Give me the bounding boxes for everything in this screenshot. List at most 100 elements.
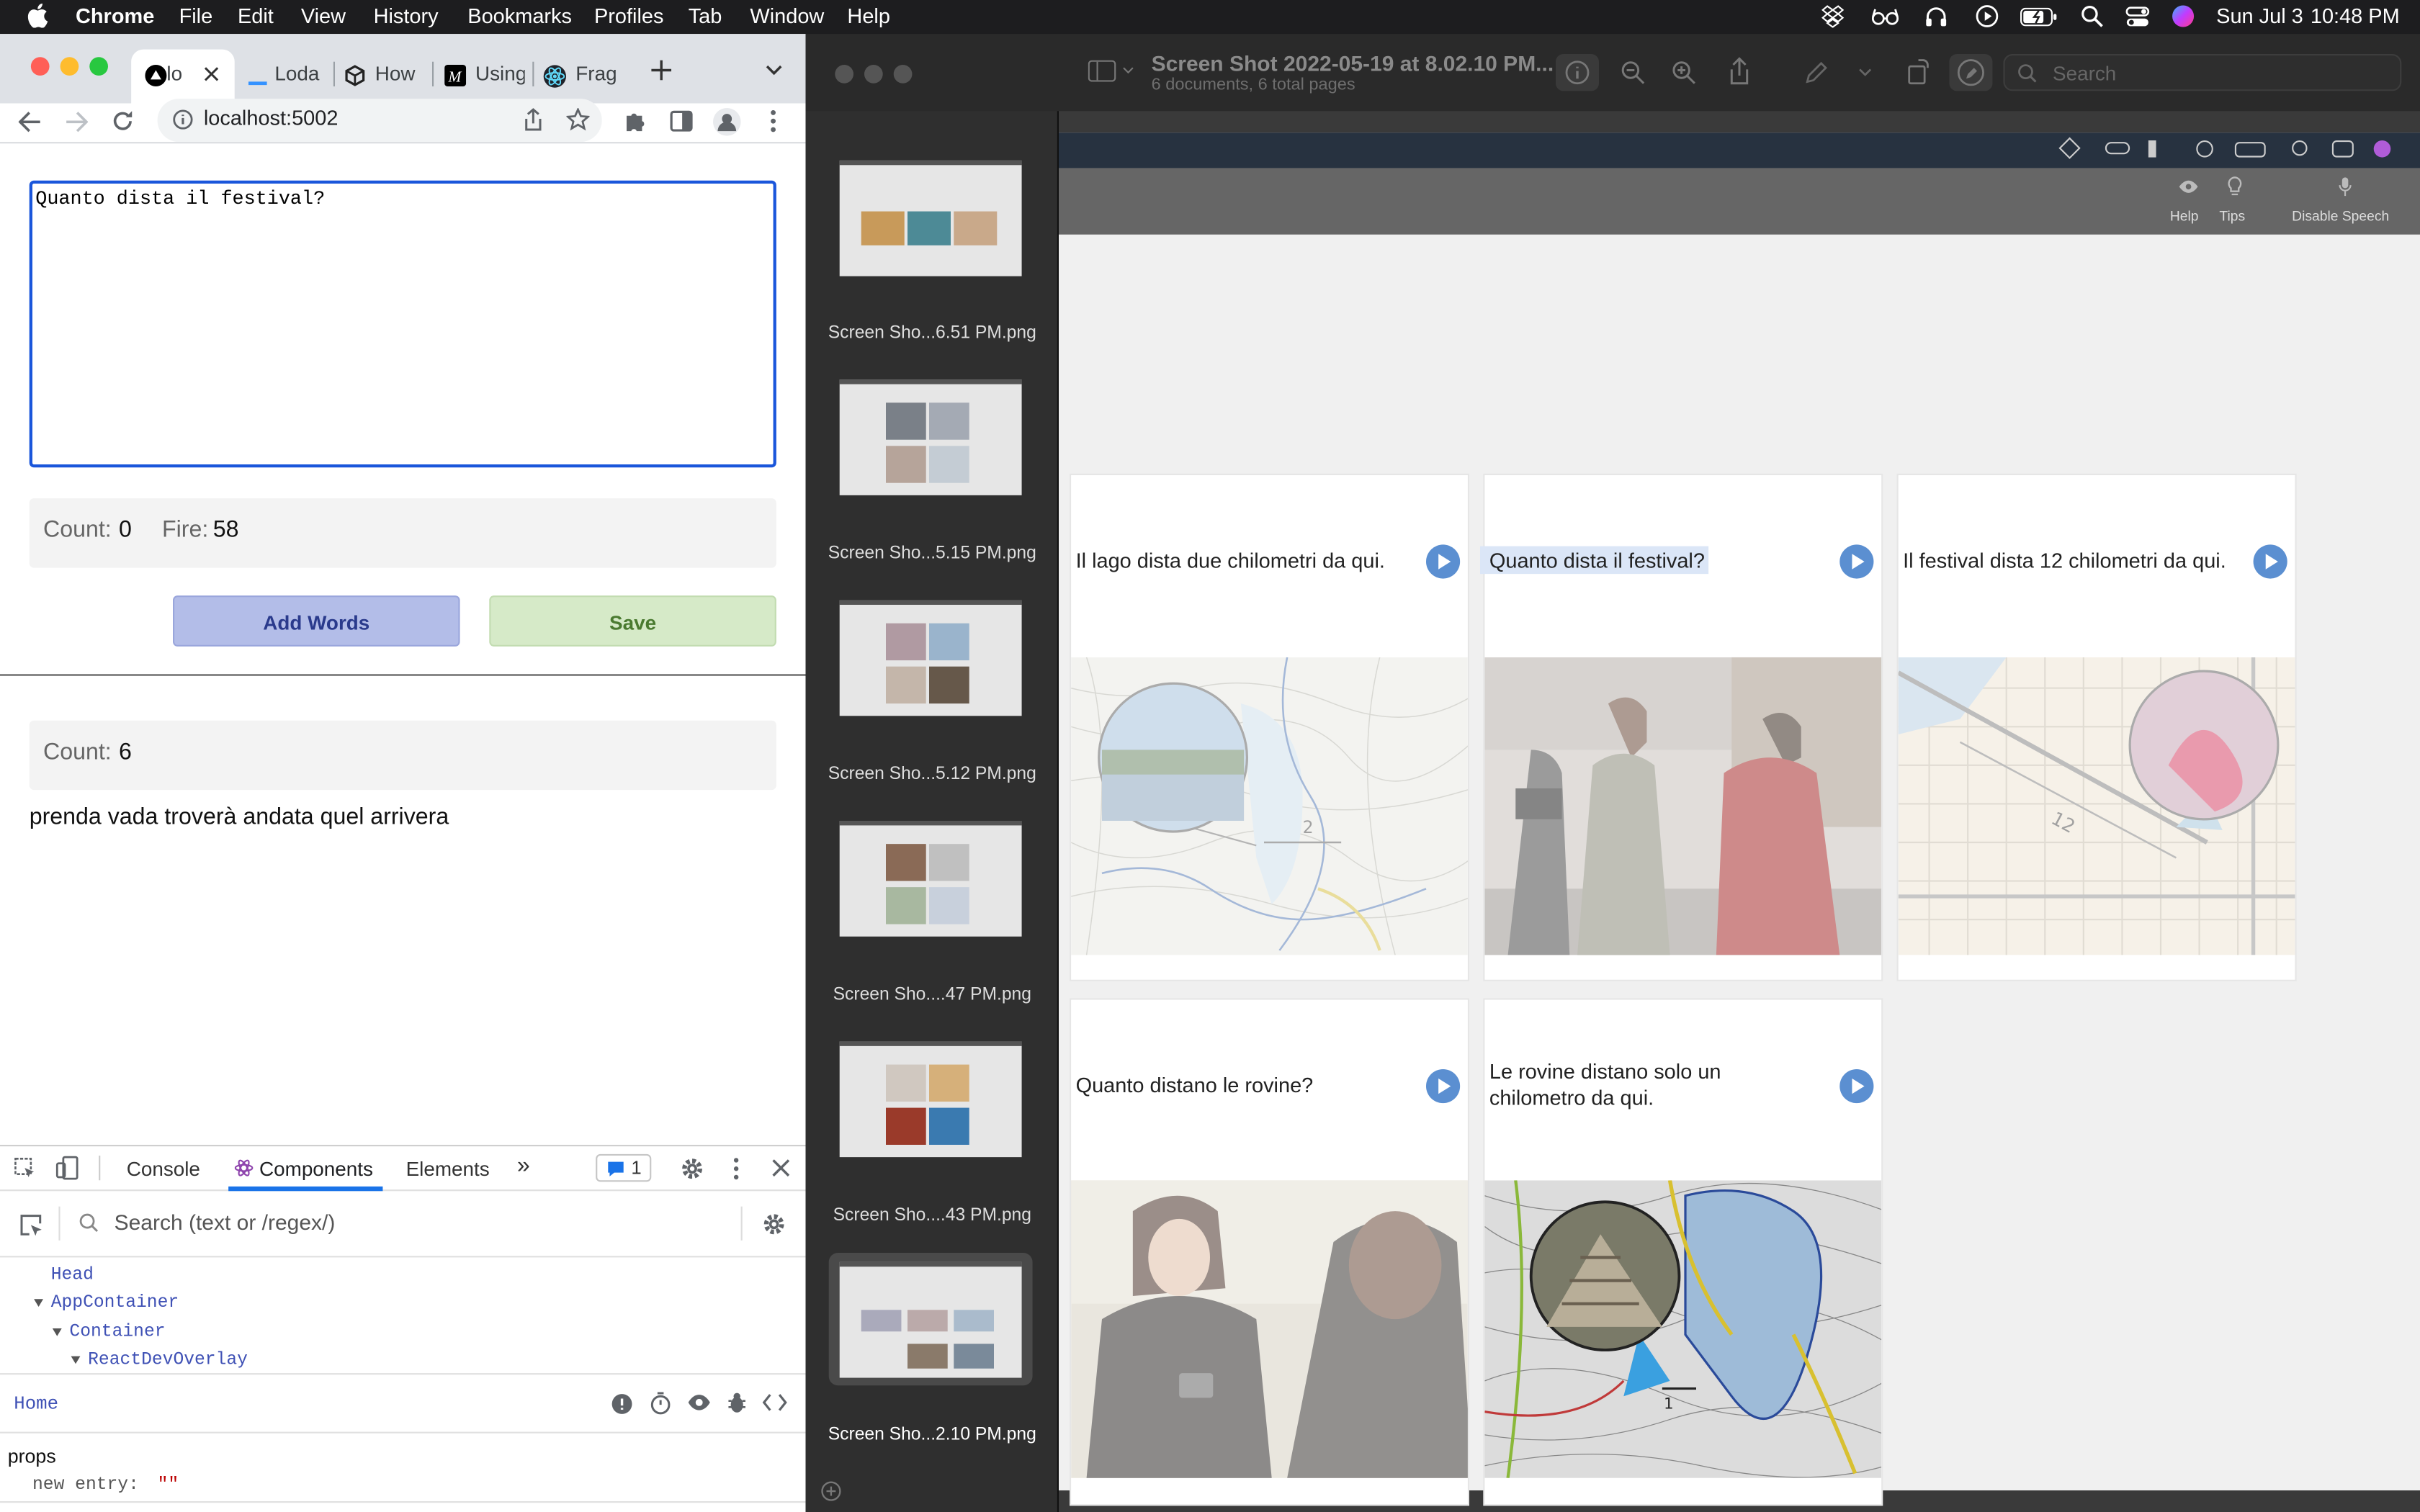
more-options-icon[interactable] — [733, 1157, 740, 1180]
zoom-in-icon[interactable] — [1672, 60, 1696, 85]
new-tab-icon[interactable] — [651, 60, 672, 81]
reload-icon[interactable] — [111, 109, 134, 132]
share-icon[interactable] — [1729, 57, 1750, 85]
extensions-puzzle-icon[interactable] — [624, 109, 647, 132]
prop-value[interactable]: "" — [158, 1475, 179, 1495]
add-words-button[interactable]: Add Words — [173, 595, 460, 647]
devtools-tab-elements[interactable]: Elements — [406, 1157, 490, 1180]
thumbnail-3[interactable] — [839, 600, 1022, 716]
settings-gear-icon[interactable] — [681, 1157, 704, 1180]
menu-view[interactable]: View — [301, 4, 346, 27]
glasses-icon[interactable] — [1870, 4, 1900, 27]
menubar-date[interactable]: Sun Jul 3 — [2216, 4, 2303, 27]
minimize-window-button[interactable] — [60, 57, 79, 76]
preview-search-field[interactable]: Search — [2003, 54, 2402, 91]
tab-using[interactable]: M Using — [440, 50, 525, 104]
add-page-icon[interactable] — [821, 1481, 841, 1501]
expand-triangle-icon[interactable] — [34, 1299, 43, 1307]
spotlight-search-icon[interactable] — [2081, 4, 2104, 27]
save-button[interactable]: Save — [489, 595, 776, 647]
tab-search-chevron-icon[interactable] — [766, 65, 783, 77]
menubar-time[interactable]: 10:48 PM — [2311, 4, 2400, 27]
tree-node-react-dev-overlay[interactable]: ReactDevOverlay — [88, 1350, 248, 1370]
sidebar-toggle-icon[interactable] — [1088, 60, 1134, 82]
thumbnail-6-selected[interactable] — [839, 1261, 1022, 1378]
control-center-icon[interactable] — [2125, 4, 2150, 27]
thumbnail-1[interactable] — [839, 160, 1022, 276]
component-search-input[interactable]: Search (text or /regex/) — [115, 1210, 336, 1234]
play-audio-button[interactable] — [1425, 544, 1461, 579]
side-panel-icon[interactable] — [670, 109, 693, 132]
markup-toolbar-button[interactable] — [1949, 54, 1993, 91]
menu-edit[interactable]: Edit — [238, 4, 274, 27]
dropbox-icon[interactable] — [1821, 4, 1845, 28]
close-window-button[interactable] — [835, 65, 853, 84]
minimize-window-button[interactable] — [864, 65, 883, 84]
thumbnail-2[interactable] — [839, 379, 1022, 495]
zoom-out-icon[interactable] — [1621, 60, 1645, 85]
component-settings-gear-icon[interactable] — [763, 1212, 786, 1236]
markup-pen-icon[interactable] — [1803, 58, 1831, 86]
site-info-icon[interactable] — [173, 109, 193, 130]
play-audio-button[interactable] — [2253, 544, 2287, 579]
share-icon[interactable] — [523, 108, 543, 131]
menu-app-name[interactable]: Chrome — [76, 4, 154, 27]
close-devtools-icon[interactable] — [771, 1158, 790, 1177]
stopwatch-icon[interactable] — [650, 1392, 671, 1415]
word-list: prenda vada troverà andata quel arrivera — [29, 804, 449, 830]
devtools-tab-console[interactable]: Console — [127, 1157, 200, 1180]
expand-triangle-icon[interactable] — [52, 1328, 62, 1336]
battery-icon[interactable] — [2020, 7, 2057, 27]
play-audio-button[interactable] — [1839, 1069, 1874, 1104]
info-button[interactable] — [1556, 54, 1599, 91]
address-bar[interactable]: localhost:5002 — [157, 99, 602, 143]
profile-avatar-icon[interactable] — [712, 108, 741, 136]
tab-local-app[interactable]: lo — [131, 49, 235, 104]
warning-icon[interactable] — [611, 1393, 633, 1415]
play-audio-button[interactable] — [1839, 544, 1874, 579]
back-arrow-icon[interactable] — [18, 111, 42, 132]
devtools-tab-components[interactable]: Components — [259, 1157, 373, 1180]
menu-window[interactable]: Window — [750, 4, 824, 27]
thumbnail-4[interactable] — [839, 821, 1022, 937]
web-page: Quanto dista il festival? Count: 0 Fire:… — [0, 142, 806, 1146]
select-component-icon[interactable] — [19, 1212, 43, 1237]
close-tab-icon[interactable] — [204, 66, 219, 81]
play-circle-icon[interactable] — [1976, 4, 1999, 27]
eye-icon[interactable] — [687, 1393, 712, 1412]
entry-textarea[interactable]: Quanto dista il festival? — [29, 180, 776, 468]
thumbnail-5[interactable] — [839, 1041, 1022, 1158]
play-audio-button[interactable] — [1425, 1069, 1461, 1104]
forward-arrow-icon[interactable] — [65, 111, 89, 132]
menu-profiles[interactable]: Profiles — [594, 4, 663, 27]
chrome-menu-icon[interactable] — [770, 109, 776, 132]
menu-history[interactable]: History — [374, 4, 439, 27]
bookmark-star-icon[interactable] — [566, 108, 590, 131]
maximize-window-button[interactable] — [89, 57, 108, 76]
issues-badge[interactable]: 1 — [596, 1153, 652, 1182]
view-source-icon[interactable] — [762, 1393, 787, 1412]
menu-file[interactable]: File — [179, 4, 213, 27]
device-toolbar-icon[interactable] — [55, 1156, 80, 1180]
inspect-element-icon[interactable] — [14, 1157, 37, 1180]
menu-bookmarks[interactable]: Bookmarks — [467, 4, 572, 27]
tree-node-head[interactable]: Head — [51, 1265, 94, 1285]
apple-logo-icon[interactable] — [27, 3, 48, 28]
tree-node-container[interactable]: Container — [69, 1322, 165, 1342]
markup-chevron-icon[interactable] — [1858, 68, 1872, 77]
bug-icon[interactable] — [727, 1392, 747, 1413]
menu-tab[interactable]: Tab — [689, 4, 722, 27]
siri-icon[interactable] — [2172, 4, 2195, 27]
maximize-window-button[interactable] — [893, 65, 913, 84]
menu-help[interactable]: Help — [847, 4, 889, 27]
close-window-button[interactable] — [30, 57, 50, 76]
tab-lodash[interactable]: Loda — [239, 50, 323, 104]
more-tabs-chevron[interactable]: » — [517, 1153, 530, 1179]
rotate-icon[interactable] — [1906, 57, 1930, 85]
tree-node-app-container[interactable]: AppContainer — [51, 1293, 179, 1313]
tab-how[interactable]: How — [339, 50, 421, 104]
headphones-icon[interactable] — [1924, 4, 1948, 27]
expand-triangle-icon[interactable] — [71, 1356, 81, 1364]
help-eye-icon — [2178, 179, 2200, 194]
tab-fragments[interactable]: Frag — [540, 50, 622, 104]
